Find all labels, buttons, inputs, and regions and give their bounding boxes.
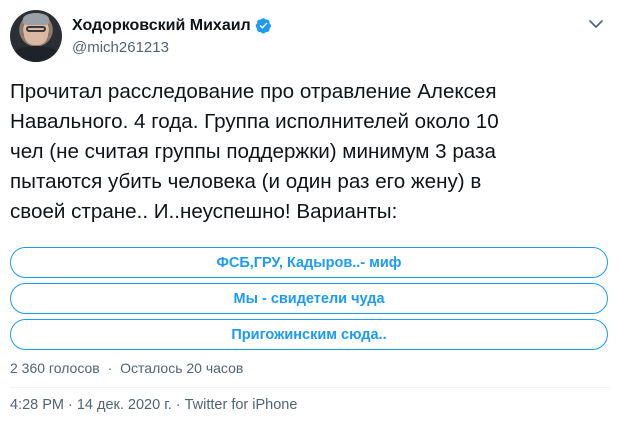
poll-choice-1[interactable]: ФСБ,ГРУ, Кадыров..- миф bbox=[10, 247, 608, 278]
tweet-time[interactable]: 4:28 PM bbox=[10, 397, 64, 413]
verified-badge-icon bbox=[255, 18, 271, 34]
author-handle[interactable]: @mich261213 bbox=[72, 39, 272, 56]
poll-choice-2[interactable]: Мы - свидетели чуда bbox=[10, 283, 608, 314]
tweet-text: Прочитал расследование про отравление Ал… bbox=[10, 80, 499, 223]
tweet-card: Ходорковский Михаил @mich261213 Прочитал… bbox=[0, 0, 620, 427]
tweet-footer: 4:28 PM · 14 дек. 2020 г. · Twitter for … bbox=[10, 397, 297, 413]
poll-meta: 2 360 голосов · Осталось 20 часов bbox=[10, 360, 243, 376]
tweet-source[interactable]: Twitter for iPhone bbox=[185, 397, 298, 413]
poll-votes: 2 360 голосов bbox=[10, 360, 100, 376]
author-names: Ходорковский Михаил @mich261213 bbox=[72, 17, 272, 56]
more-options-button[interactable] bbox=[584, 12, 608, 36]
tweet-date[interactable]: 14 дек. 2020 г. bbox=[77, 397, 172, 413]
footer-separator-1: · bbox=[68, 397, 73, 413]
poll-choice-3[interactable]: Пригожинским сюда.. bbox=[10, 319, 608, 350]
tweet-header: Ходорковский Михаил @mich261213 bbox=[10, 10, 272, 62]
chevron-down-icon bbox=[589, 20, 603, 28]
author-display-name[interactable]: Ходорковский Михаил bbox=[72, 17, 251, 35]
avatar-hair-shape bbox=[23, 13, 49, 25]
author-name-row: Ходорковский Михаил bbox=[72, 17, 272, 35]
avatar[interactable] bbox=[10, 10, 62, 62]
poll-time-left: Осталось 20 часов bbox=[120, 360, 244, 376]
avatar-body-shape bbox=[12, 46, 60, 62]
footer-separator-2: · bbox=[175, 397, 181, 413]
poll-separator: · bbox=[107, 360, 113, 376]
divider bbox=[10, 387, 610, 388]
avatar-glasses-shape bbox=[26, 26, 46, 32]
